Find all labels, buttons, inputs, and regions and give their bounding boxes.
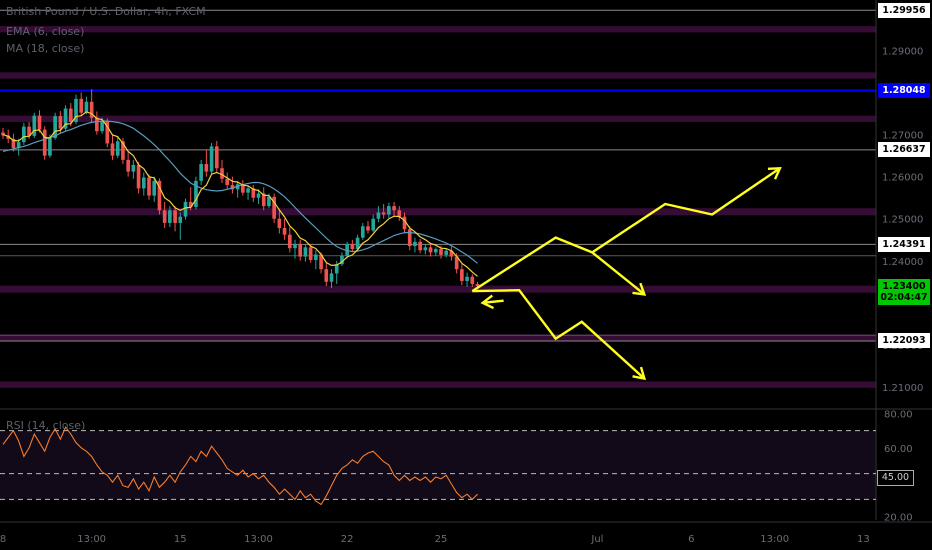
candle-body [329,273,334,282]
sr-zone [0,72,876,79]
candlestick-chart[interactable]: 1.290001.280001.270001.260001.250001.240… [0,0,932,550]
candle-body [350,243,355,250]
sr-zone [0,26,876,33]
candle-body [152,180,157,196]
candle-body [95,117,99,132]
candle-body [282,227,287,235]
candle-body [68,108,73,122]
candle-body [423,247,428,251]
candle-body [115,141,120,156]
candle-body [444,250,449,255]
price-tag: 1.22093 [878,333,930,349]
time-tick-label: 6 [688,534,694,545]
price-tick-label: 1.25000 [882,215,923,226]
candle-body [465,276,469,281]
candle-body [392,206,396,211]
candle-body [303,247,308,257]
candle-body [58,116,63,129]
candle-body [376,212,381,219]
candle-body [209,146,214,172]
time-tick-label: 8 [0,534,6,545]
time-tick-label: Jul [590,534,603,545]
chart-title-legend: British Pound / U.S. Dollar, 4h, FXCM [6,5,206,18]
ema-legend: EMA (6, close) [6,25,85,38]
candle-body [246,188,250,193]
time-tick-label: 13 [857,534,870,545]
candle-body [147,177,151,196]
sr-zone [0,381,876,388]
ma-legend: MA (18, close) [6,42,85,55]
candle-body [48,137,52,156]
price-tag: 1.26637 [878,142,930,158]
candle-body [298,243,303,257]
candle-body [308,247,313,260]
candle-body [460,269,464,281]
candle-body [439,249,443,255]
rsi-tick-label: 20.00 [884,513,913,524]
candle-body [277,218,282,228]
candle-body [387,206,391,215]
time-tick-label: 13:00 [760,534,789,545]
candle-body [100,121,104,132]
candle-body [168,210,172,223]
candle-body [79,98,84,113]
candle-body [418,241,422,251]
time-tick-label: 13:00 [77,534,106,545]
rsi-band-fill [0,430,876,500]
sr-zone [0,115,876,122]
candle-body [407,229,412,247]
price-tag: 1.29956 [878,2,930,18]
time-tick-label: 22 [341,534,354,545]
price-tag: 02:04:47 [878,290,930,306]
candle-body [37,115,42,130]
candle-body [256,193,261,198]
candle-body [470,276,475,284]
time-tick-label: 15 [174,534,187,545]
candle-body [366,226,370,231]
price-tag: 1.24391 [878,236,930,252]
candle-body [287,234,292,249]
candle-body [84,101,89,113]
candle-body [433,249,438,253]
candle-body [428,247,433,253]
time-tick-label: 25 [435,534,448,545]
rsi-tick-label: 80.00 [884,409,913,420]
candle-body [397,210,402,217]
candle-body [183,201,188,217]
time-tick-label: 13:00 [244,534,273,545]
candle-body [136,164,141,189]
candle-body [32,115,37,136]
rsi-legend: RSI (14, close) [6,419,86,432]
candle-body [131,164,136,172]
candle-body [371,218,376,231]
rsi-value-tag: 45.00 [877,470,914,486]
candle-body [42,129,47,156]
price-tick-label: 1.26000 [882,173,923,184]
candle-body [214,146,219,169]
price-tick-label: 1.21000 [882,383,923,394]
price-tick-label: 1.24000 [882,257,923,268]
candle-body [204,164,209,172]
candle-body [141,177,146,189]
candle-body [173,210,177,223]
sr-zone [0,208,876,216]
candle-body [413,241,417,247]
price-tag: 1.28048 [878,83,930,99]
sr-zone [0,285,876,293]
price-tick-label: 1.27000 [882,131,923,142]
candle-body [162,210,167,223]
candle-body [324,269,329,282]
candle-body [110,143,115,156]
rsi-tick-label: 60.00 [884,444,913,455]
price-tick-label: 1.29000 [882,46,923,57]
candle-body [293,243,297,249]
candle-body [381,212,386,215]
candle-body [314,254,318,260]
candle-body [126,159,130,172]
candle-body [199,164,203,181]
candle-body [225,178,230,186]
candle-body [178,216,183,223]
candle-body [22,126,26,143]
candle-body [360,226,365,238]
